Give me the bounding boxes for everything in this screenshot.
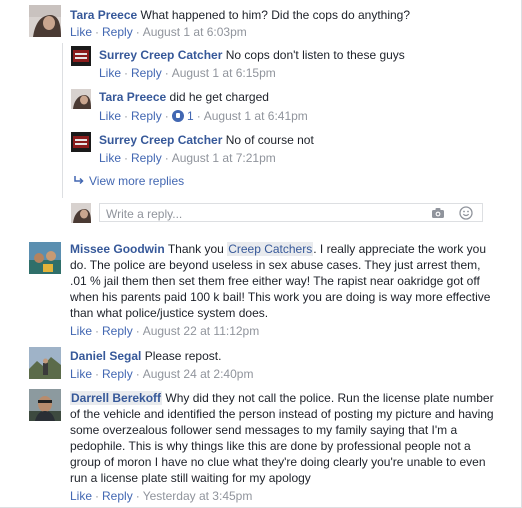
- avatar[interactable]: [71, 46, 91, 66]
- reply-link[interactable]: Reply: [102, 324, 133, 338]
- reply: Surrey Creep Catcher No of course not Li…: [99, 133, 314, 165]
- comment-author[interactable]: Tara Preece: [70, 8, 137, 22]
- timestamp[interactable]: August 24 at 2:40pm: [143, 367, 254, 381]
- comment-author[interactable]: Daniel Segal: [70, 349, 141, 363]
- comment-author[interactable]: Surrey Creep Catcher: [99, 133, 222, 147]
- reply-arrow-icon: [73, 175, 85, 187]
- comment-text: Please repost.: [144, 349, 222, 363]
- like-link[interactable]: Like: [70, 489, 92, 503]
- like-link[interactable]: Like: [70, 367, 92, 381]
- timestamp[interactable]: August 1 at 6:41pm: [204, 109, 308, 123]
- like-link[interactable]: Like: [99, 109, 121, 123]
- reply: Surrey Creep Catcher No cops don't liste…: [99, 48, 405, 80]
- like-reaction-icon: [171, 110, 184, 122]
- avatar[interactable]: [71, 89, 91, 109]
- timestamp[interactable]: August 1 at 6:15pm: [172, 66, 276, 80]
- reply-link[interactable]: Reply: [102, 25, 133, 39]
- thread-line: [62, 43, 63, 198]
- comment: Daniel Segal Please repost. Like · Reply · A…: [70, 349, 254, 381]
- comment-text: Why did they not call the police. Run th…: [70, 391, 494, 485]
- comment-text: What happened to him? Did the cops do an…: [140, 8, 411, 22]
- comment-author[interactable]: Darrell Berekoff: [70, 391, 163, 405]
- like-link[interactable]: Like: [99, 66, 121, 80]
- comment: Missee Goodwin Thank you Creep Catchers.…: [70, 242, 491, 338]
- view-more-replies[interactable]: View more replies: [73, 173, 184, 189]
- comment-author[interactable]: Surrey Creep Catcher: [99, 48, 222, 62]
- comment: Tara Preece What happened to him? Did th…: [70, 8, 411, 39]
- timestamp[interactable]: August 22 at 11:12pm: [143, 324, 260, 338]
- tagged-page-link[interactable]: Creep Catchers: [227, 242, 314, 256]
- like-link[interactable]: Like: [99, 151, 121, 165]
- comment-text: No cops don't listen to these guys: [225, 48, 405, 62]
- emoji-icon[interactable]: [459, 206, 473, 220]
- avatar[interactable]: [71, 132, 91, 152]
- reply: Tara Preece did he get charged Like · Repl…: [99, 90, 308, 123]
- timestamp[interactable]: Yesterday at 3:45pm: [143, 489, 253, 503]
- reply-link[interactable]: Reply: [102, 367, 133, 381]
- avatar[interactable]: [29, 347, 61, 379]
- reply-link[interactable]: Reply: [131, 66, 162, 80]
- reply-link[interactable]: Reply: [102, 489, 133, 503]
- camera-icon[interactable]: [431, 207, 445, 219]
- comment-text: did he get charged: [169, 90, 269, 104]
- like-link[interactable]: Like: [70, 324, 92, 338]
- reaction-count[interactable]: 1: [171, 109, 194, 123]
- avatar: [71, 203, 91, 223]
- like-link[interactable]: Like: [70, 25, 92, 39]
- reply-composer: [99, 203, 483, 222]
- comment: Darrell Berekoff Why did they not call t…: [70, 391, 494, 503]
- reply-link[interactable]: Reply: [131, 151, 162, 165]
- avatar[interactable]: [29, 5, 61, 37]
- comment-author[interactable]: Missee Goodwin: [70, 242, 165, 256]
- comment-author[interactable]: Tara Preece: [99, 90, 166, 104]
- comment-text: No of course not: [225, 133, 314, 147]
- timestamp[interactable]: August 1 at 7:21pm: [172, 151, 276, 165]
- reply-link[interactable]: Reply: [131, 109, 162, 123]
- avatar[interactable]: [29, 242, 61, 274]
- reply-input[interactable]: [104, 205, 418, 222]
- timestamp[interactable]: August 1 at 6:03pm: [143, 25, 247, 39]
- avatar[interactable]: [29, 389, 61, 421]
